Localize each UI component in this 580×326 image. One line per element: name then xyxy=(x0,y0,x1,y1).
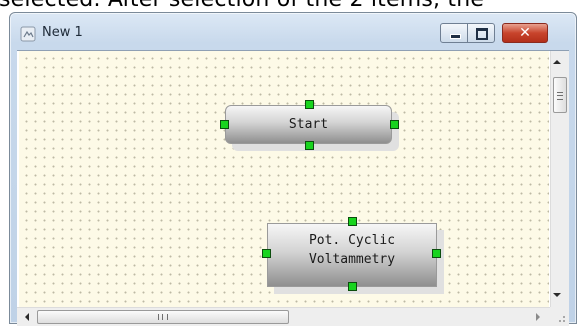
horizontal-scrollbar[interactable] xyxy=(17,307,550,326)
app-document-icon xyxy=(20,26,36,42)
window-title: New 1 xyxy=(42,25,83,40)
selection-handle-bottom[interactable] xyxy=(348,282,357,291)
scroll-down-arrow-icon[interactable] xyxy=(553,293,561,297)
node-cv-label-line2: Voltammetry xyxy=(308,252,396,267)
minimize-button[interactable] xyxy=(440,23,468,43)
caption-text: selected. After selection of the 2 items… xyxy=(0,0,484,12)
editor-window: New 1 ✕ Start Pot. Cyclic Voltammetry xyxy=(9,12,577,326)
flow-canvas[interactable]: Start Pot. Cyclic Voltammetry xyxy=(19,51,549,307)
scroll-left-arrow-icon[interactable] xyxy=(25,313,29,321)
node-pot-cyclic-voltammetry[interactable]: Pot. Cyclic Voltammetry xyxy=(267,223,437,287)
selection-handle-right[interactable] xyxy=(432,249,441,258)
selection-handle-left[interactable] xyxy=(220,120,229,129)
selection-handle-top[interactable] xyxy=(348,217,357,226)
resize-grip-icon[interactable] xyxy=(550,307,569,326)
scroll-up-arrow-icon[interactable] xyxy=(553,60,561,64)
selection-handle-top[interactable] xyxy=(305,100,314,109)
close-icon: ✕ xyxy=(519,25,531,41)
node-start[interactable]: Start xyxy=(225,105,392,144)
selection-handle-bottom[interactable] xyxy=(305,141,314,150)
client-area: Start Pot. Cyclic Voltammetry xyxy=(17,50,569,326)
close-button[interactable]: ✕ xyxy=(502,23,548,43)
title-bar[interactable]: New 1 ✕ xyxy=(10,13,576,49)
vertical-scroll-thumb[interactable] xyxy=(553,77,567,113)
scroll-right-arrow-icon[interactable] xyxy=(536,313,540,321)
maximize-icon xyxy=(476,28,488,40)
horizontal-scroll-thumb[interactable] xyxy=(37,310,289,324)
selection-handle-left[interactable] xyxy=(262,249,271,258)
node-start-label: Start xyxy=(288,117,329,132)
scroll-grip-icon xyxy=(557,92,563,100)
maximize-button[interactable] xyxy=(467,23,495,43)
node-cv-label-line1: Pot. Cyclic xyxy=(308,233,396,248)
minimize-icon xyxy=(450,34,461,39)
scroll-grip-icon xyxy=(158,314,168,320)
vertical-scrollbar[interactable] xyxy=(550,51,569,307)
selection-handle-right[interactable] xyxy=(390,120,399,129)
